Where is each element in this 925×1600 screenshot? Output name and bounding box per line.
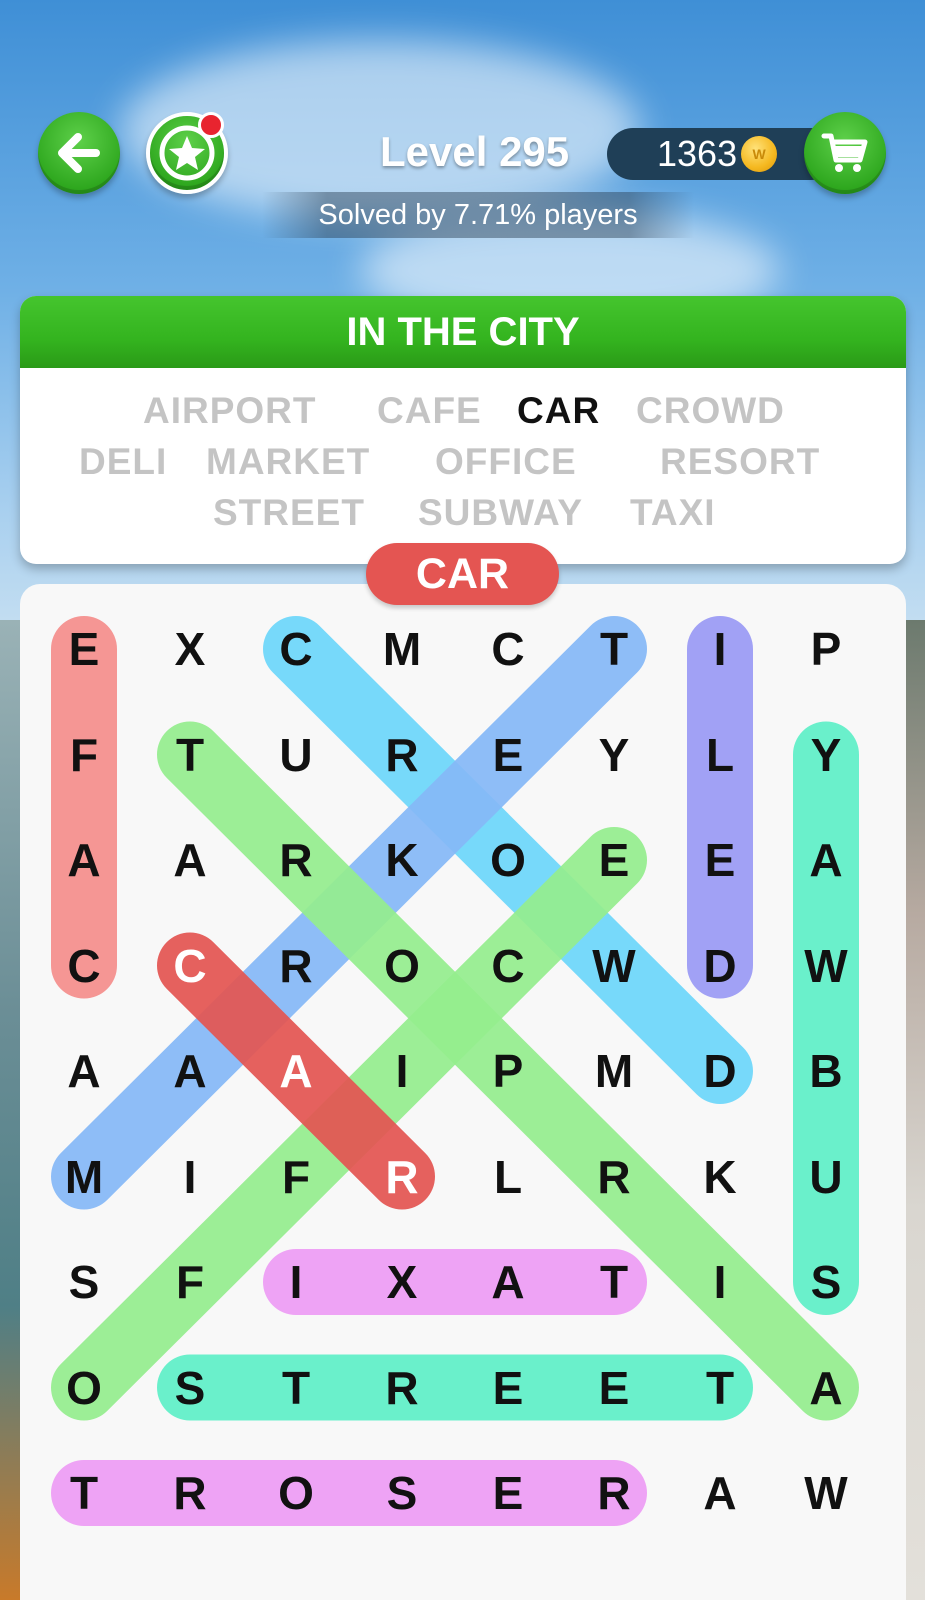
grid-letter-cell[interactable]: D	[680, 1031, 760, 1111]
word-office: OFFICE	[435, 441, 577, 482]
grid-letter-cell[interactable]: Y	[574, 715, 654, 795]
grid-letter-cell[interactable]: I	[680, 609, 760, 689]
grid-letter-cell[interactable]: P	[786, 609, 866, 689]
grid-letter-cell[interactable]: E	[574, 820, 654, 900]
grid-letter-cell[interactable]: I	[362, 1031, 442, 1111]
grid-letter-cell[interactable]: C	[468, 609, 548, 689]
grid-letter-cell[interactable]: R	[256, 926, 336, 1006]
grid-letter-cell[interactable]: C	[150, 926, 230, 1006]
grid-letter-cell[interactable]: L	[468, 1137, 548, 1217]
grid-letter-cell[interactable]: F	[150, 1242, 230, 1322]
grid-letter-cell[interactable]: A	[44, 820, 124, 900]
grid-letter-cell[interactable]: W	[574, 926, 654, 1006]
grid-letter-cell[interactable]: A	[150, 820, 230, 900]
grid-letter-cell[interactable]: T	[574, 609, 654, 689]
grid-letter-cell[interactable]: P	[468, 1031, 548, 1111]
grid-letter-cell[interactable]: T	[256, 1348, 336, 1428]
word-list-card: IN THE CITY AIRPORT CAFE CAR CROWD DELI …	[20, 296, 906, 564]
grid-letter-cell[interactable]: A	[786, 820, 866, 900]
grid-letter-cell[interactable]: R	[362, 715, 442, 795]
solved-percentage-banner: Solved by 7.71% players	[262, 192, 694, 238]
grid-letter-cell[interactable]: A	[680, 1453, 760, 1533]
grid-letter-cell[interactable]: S	[786, 1242, 866, 1322]
grid-letter-cell[interactable]: W	[786, 926, 866, 1006]
grid-letter-cell[interactable]: A	[44, 1031, 124, 1111]
grid-letter-cell[interactable]: K	[362, 820, 442, 900]
grid-letter-cell[interactable]: D	[680, 926, 760, 1006]
word-airport: AIRPORT	[143, 390, 317, 431]
grid-letter-cell[interactable]: U	[256, 715, 336, 795]
grid-letter-cell[interactable]: E	[468, 715, 548, 795]
shop-cart-button[interactable]	[804, 112, 886, 194]
grid-letter-cell[interactable]: A	[786, 1348, 866, 1428]
grid-letter-cell[interactable]: I	[680, 1242, 760, 1322]
grid-letter-cell[interactable]: T	[680, 1348, 760, 1428]
word-car: CAR	[517, 390, 601, 431]
word-deli: DELI	[79, 441, 168, 482]
grid-letter-cell[interactable]: A	[150, 1031, 230, 1111]
grid-letter-cell[interactable]: L	[680, 715, 760, 795]
grid-letter-cell[interactable]: F	[256, 1137, 336, 1217]
grid-letter-cell[interactable]: C	[468, 926, 548, 1006]
word-resort: RESORT	[660, 441, 821, 482]
grid-letter-cell[interactable]: E	[468, 1348, 548, 1428]
grid-letter-cell[interactable]: O	[44, 1348, 124, 1428]
grid-letter-cell[interactable]: A	[468, 1242, 548, 1322]
grid-letter-cell[interactable]: W	[786, 1453, 866, 1533]
grid-letter-cell[interactable]: S	[150, 1348, 230, 1428]
grid-letter-cell[interactable]: K	[680, 1137, 760, 1217]
word-street: STREET	[213, 492, 365, 533]
shopping-cart-icon	[821, 133, 868, 172]
grid-letter-cell[interactable]: E	[574, 1348, 654, 1428]
grid-letter-cell[interactable]: I	[256, 1242, 336, 1322]
arrow-left-icon	[58, 133, 100, 173]
word-cafe: CAFE	[377, 390, 482, 431]
coin-count: 1363	[657, 133, 738, 174]
grid-letter-cell[interactable]: S	[44, 1242, 124, 1322]
current-selection-word: CAR	[366, 543, 559, 605]
grid-letter-cell[interactable]: O	[362, 926, 442, 1006]
grid-letter-cell[interactable]: R	[150, 1453, 230, 1533]
grid-letter-cell[interactable]: M	[44, 1137, 124, 1217]
word-subway: SUBWAY	[418, 492, 584, 533]
grid-letter-cell[interactable]: M	[362, 609, 442, 689]
coin-icon: W	[741, 136, 778, 172]
grid-letter-cell[interactable]: X	[150, 609, 230, 689]
grid-letter-cell[interactable]: R	[362, 1348, 442, 1428]
grid-letter-cell[interactable]: R	[362, 1137, 442, 1217]
grid-letter-cell[interactable]: T	[574, 1242, 654, 1322]
grid-letter-cell[interactable]: O	[256, 1453, 336, 1533]
letter-grid-board[interactable]: EXCMCTIPFTUREYLYAARKOEEACCROCWDWAAAIPMDB…	[20, 584, 906, 1600]
grid-letter-cell[interactable]: T	[150, 715, 230, 795]
word-taxi: TAXI	[630, 492, 716, 533]
grid-letter-cell[interactable]: R	[574, 1453, 654, 1533]
grid-letter-cell[interactable]: U	[786, 1137, 866, 1217]
grid-letter-cell[interactable]: S	[362, 1453, 442, 1533]
category-title: IN THE CITY	[20, 296, 906, 368]
grid-letter-cell[interactable]: A	[256, 1031, 336, 1111]
word-crowd: CROWD	[636, 390, 785, 431]
grid-letter-cell[interactable]: R	[574, 1137, 654, 1217]
grid-letter-cell[interactable]: I	[150, 1137, 230, 1217]
grid-letter-cell[interactable]: E	[468, 1453, 548, 1533]
level-title: Level 295	[380, 128, 570, 175]
grid-letter-cell[interactable]: F	[44, 715, 124, 795]
grid-letter-cell[interactable]: C	[256, 609, 336, 689]
solved-text: Solved by 7.71% players	[318, 198, 638, 231]
grid-letter-cell[interactable]: O	[468, 820, 548, 900]
grid-letter-cell[interactable]: X	[362, 1242, 442, 1322]
grid-letter-cell[interactable]: C	[44, 926, 124, 1006]
grid-letter-cell[interactable]: T	[44, 1453, 124, 1533]
grid-letter-cell[interactable]: R	[256, 820, 336, 900]
grid-letter-cell[interactable]: B	[786, 1031, 866, 1111]
grid-letter-cell[interactable]: Y	[786, 715, 866, 795]
grid-letter-cell[interactable]: M	[574, 1031, 654, 1111]
back-button[interactable]	[38, 112, 120, 194]
grid-letter-cell[interactable]: E	[44, 609, 124, 689]
word-market: MARKET	[206, 441, 371, 482]
grid-letter-cell[interactable]: E	[680, 820, 760, 900]
coin-balance: 1363 W	[607, 128, 837, 180]
notification-badge	[198, 112, 224, 138]
